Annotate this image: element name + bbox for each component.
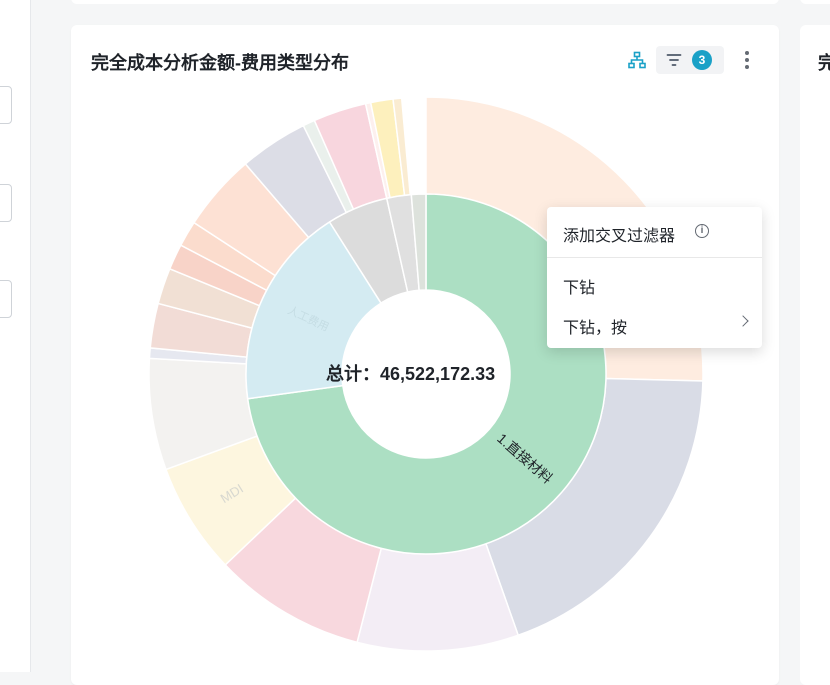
chart-total-label: 总计：46,522,172.33 — [326, 364, 496, 384]
menu-item-add-cross-filter[interactable]: 添加交叉过滤器 — [563, 222, 675, 246]
chevron-right-icon — [737, 315, 749, 327]
info-icon[interactable]: i — [695, 224, 709, 238]
menu-divider — [547, 257, 762, 258]
menu-item-drill-down-by[interactable]: 下钻，按 — [563, 314, 627, 338]
menu-item-drill-down[interactable]: 下钻 — [563, 274, 595, 298]
context-menu: 添加交叉过滤器 i 下钻 下钻，按 — [547, 207, 762, 348]
